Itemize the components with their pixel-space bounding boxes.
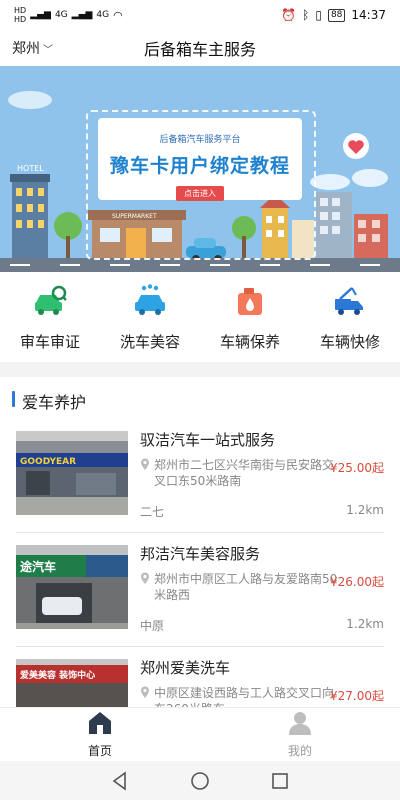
shop-item[interactable]: 爱美美容 装饰中心 郑州爱美洗车 中原区建设西路与工人路交叉口向东260米路东 … bbox=[16, 659, 384, 707]
tab-home[interactable]: 首页 bbox=[40, 710, 160, 759]
shop-address-text: 郑州市中原区工人路与友爱路南50米路西 bbox=[154, 572, 338, 602]
sim1-label: HD bbox=[14, 6, 27, 15]
menu-label: 车辆快修 bbox=[319, 332, 380, 351]
shop-name: 驭洁汽车一站式服务 bbox=[140, 431, 276, 449]
shop-district: 二七 bbox=[140, 505, 165, 519]
shop-address-text: 中原区建设西路与工人路交叉口向东260米路东 bbox=[154, 686, 335, 707]
menu-quick-repair[interactable]: 车辆快修 bbox=[301, 283, 399, 352]
promo-banner[interactable]: HOTEL SUPERMARKET 后备箱汽车服务平台 豫车卡用户绑定教程 点击… bbox=[0, 66, 400, 272]
shop-address: 郑州市二七区兴华南街与民安路交叉口东50米路南 bbox=[140, 457, 340, 489]
thumb-sign: 途汽车 bbox=[20, 559, 56, 574]
car-care-section: 爱车养护 GOODYEAR 驭洁汽车一站式服务 郑州市二七区兴华南街与民安路交叉… bbox=[0, 377, 400, 707]
sim2-label: HD bbox=[14, 15, 27, 24]
recents-square-icon[interactable] bbox=[268, 769, 292, 793]
menu-label: 车辆保养 bbox=[219, 332, 280, 351]
sim-indicators: HD HD bbox=[14, 6, 26, 24]
section-title: 爱车养护 bbox=[12, 389, 86, 413]
chevron-down-icon: ﹀ bbox=[43, 44, 53, 56]
shop-name: 邦洁汽车美容服务 bbox=[140, 545, 261, 563]
shop-thumbnail: GOODYEAR bbox=[16, 431, 128, 515]
vibrate-icon: ▯ bbox=[315, 8, 322, 22]
wifi-icon: ◠ bbox=[113, 8, 123, 22]
shop-distance: 1.2km bbox=[346, 617, 384, 631]
car-wash-icon bbox=[135, 283, 165, 315]
status-left: HD HD ▂▄▆ 4G ▂▄▆ 4G ◠ bbox=[14, 6, 123, 24]
shop-thumbnail: 爱美美容 装饰中心 bbox=[16, 659, 128, 707]
location-pin-icon bbox=[141, 458, 149, 470]
network2-label: 4G bbox=[96, 10, 110, 20]
shop-address: 郑州市中原区工人路与友爱路南50米路西 bbox=[140, 571, 340, 603]
menu-car-wash[interactable]: 洗车美容 bbox=[101, 283, 199, 352]
tab-mine-label: 我的 bbox=[287, 744, 312, 758]
signal-icon: ▂▄▆ bbox=[30, 10, 51, 20]
bluetooth-icon: ᛒ bbox=[302, 8, 310, 22]
shop-district: 中原 bbox=[140, 619, 165, 633]
menu-label: 审车审证 bbox=[19, 332, 80, 351]
location-pin-icon bbox=[141, 572, 149, 584]
tow-truck-icon bbox=[335, 286, 363, 315]
shop-address: 中原区建设西路与工人路交叉口向东260米路东 bbox=[140, 685, 340, 707]
page-title: 后备箱车主服务 bbox=[143, 40, 256, 59]
alarm-icon: ⏰ bbox=[281, 8, 297, 22]
shop-thumbnail: 途汽车 bbox=[16, 545, 128, 629]
shop-price: ¥25.00起 bbox=[330, 461, 384, 475]
city-selector[interactable]: 郑州 ﹀ bbox=[12, 38, 53, 58]
menu-label: 洗车美容 bbox=[119, 332, 180, 351]
car-inspection-icon bbox=[35, 285, 67, 315]
signal2-icon: ▂▄▆ bbox=[71, 10, 93, 20]
quick-menu: 审车审证 洗车美容 车辆保养 车辆快修 bbox=[0, 272, 400, 362]
tab-mine[interactable]: 我的 bbox=[240, 710, 360, 759]
banner-headline: 豫车卡用户绑定教程 bbox=[109, 155, 290, 177]
tab-home-label: 首页 bbox=[87, 744, 112, 758]
shop-name: 郑州爱美洗车 bbox=[140, 659, 231, 677]
bottom-tabbar: 首页 我的 bbox=[0, 707, 400, 761]
location-pin-icon bbox=[141, 686, 149, 698]
user-icon bbox=[289, 712, 311, 735]
clock: 14:37 bbox=[351, 8, 386, 22]
home-circle-icon[interactable] bbox=[188, 769, 212, 793]
menu-car-inspection[interactable]: 审车审证 bbox=[1, 283, 99, 352]
battery-icon: 88 bbox=[327, 8, 346, 22]
shop-distance: 1.2km bbox=[346, 503, 384, 517]
oil-maintenance-icon bbox=[238, 287, 262, 315]
banner-enter-button[interactable]: 点击进入 bbox=[176, 186, 224, 201]
city-label: 郑州 bbox=[12, 41, 40, 57]
home-icon bbox=[89, 712, 111, 734]
banner-subtitle: 后备箱汽车服务平台 bbox=[159, 135, 241, 145]
banner-card: 后备箱汽车服务平台 豫车卡用户绑定教程 点击进入 bbox=[98, 118, 302, 201]
shop-item[interactable]: 途汽车 邦洁汽车美容服务 郑州市中原区工人路与友爱路南50米路西 ¥26.00起… bbox=[16, 545, 384, 647]
status-bar: HD HD ▂▄▆ 4G ▂▄▆ 4G ◠ ⏰ ᛒ ▯ 88 14:37 bbox=[0, 0, 400, 30]
network1-label: 4G bbox=[54, 10, 68, 20]
status-right: ⏰ ᛒ ▯ 88 14:37 bbox=[281, 8, 386, 22]
hotel-sign: HOTEL bbox=[17, 164, 44, 173]
shop-address-text: 郑州市二七区兴华南街与民安路交叉口东50米路南 bbox=[154, 458, 335, 488]
thumb-sign: 爱美美容 装饰中心 bbox=[20, 669, 95, 681]
back-triangle-icon[interactable] bbox=[108, 769, 132, 793]
shop-price: ¥27.00起 bbox=[330, 689, 384, 703]
shop-item[interactable]: GOODYEAR 驭洁汽车一站式服务 郑州市二七区兴华南街与民安路交叉口东50米… bbox=[16, 431, 384, 533]
app-header: 郑州 ﹀ 后备箱车主服务 bbox=[0, 30, 400, 66]
menu-maintenance[interactable]: 车辆保养 bbox=[201, 283, 299, 352]
thumb-sign: GOODYEAR bbox=[20, 457, 76, 467]
system-nav-bar bbox=[0, 761, 400, 800]
shop-price: ¥26.00起 bbox=[330, 575, 384, 589]
